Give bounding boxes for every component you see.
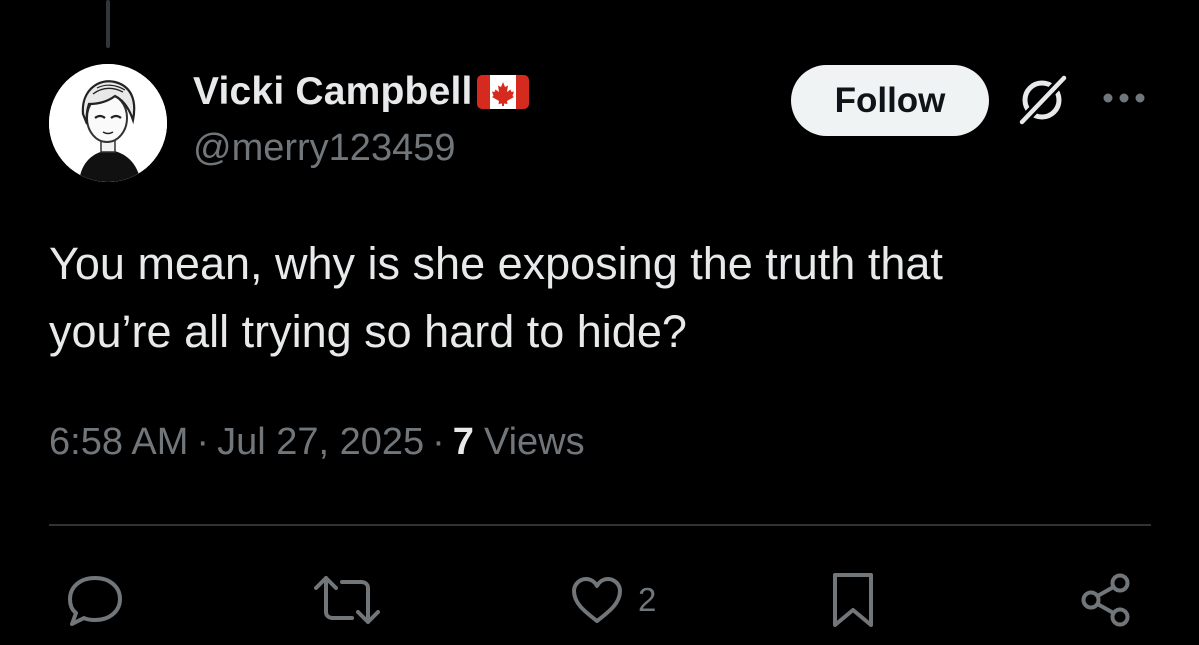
share-button[interactable] <box>1078 570 1134 630</box>
author-handle[interactable]: @merry123459 <box>193 127 455 170</box>
grok-icon[interactable] <box>1012 72 1074 129</box>
repost-button[interactable] <box>312 570 382 630</box>
tweet-text: You mean, why is she exposing the truth … <box>49 230 1159 366</box>
heart-icon <box>572 577 622 623</box>
follow-button[interactable]: Follow <box>791 65 989 136</box>
share-nodes-icon <box>1081 573 1130 627</box>
meta-separator: · <box>432 421 445 463</box>
author-display-name[interactable]: Vicki Campbell <box>193 70 473 114</box>
tweet-time[interactable]: 6:58 AM <box>49 421 188 464</box>
thread-connector-line <box>106 0 110 48</box>
tweet-date[interactable]: Jul 27, 2025 <box>217 421 424 464</box>
views-count: 7 <box>452 421 474 463</box>
divider <box>49 524 1151 526</box>
canada-flag-icon <box>476 75 529 109</box>
bookmark-icon <box>833 573 873 627</box>
author-name-row[interactable]: Vicki Campbell <box>193 70 529 114</box>
bookmark-button[interactable] <box>830 570 876 630</box>
tweet-text-line-1: You mean, why is she exposing the truth … <box>49 238 943 289</box>
like-count: 2 <box>638 581 657 618</box>
meta-separator: · <box>196 421 210 463</box>
avatar-illustration <box>49 64 167 182</box>
more-options-icon[interactable] <box>1100 88 1148 108</box>
avatar[interactable] <box>49 64 167 182</box>
tweet-text-line-2: you’re all trying so hard to hide? <box>49 306 687 357</box>
speech-bubble-icon <box>68 576 122 626</box>
tweet-metadata: 6:58 AM · Jul 27, 2025 · 7 Views <box>49 421 585 464</box>
reply-button[interactable] <box>64 570 126 630</box>
repost-arrows-icon <box>314 576 380 624</box>
like-button[interactable]: 2 <box>570 570 656 630</box>
views-label: Views <box>483 421 585 463</box>
